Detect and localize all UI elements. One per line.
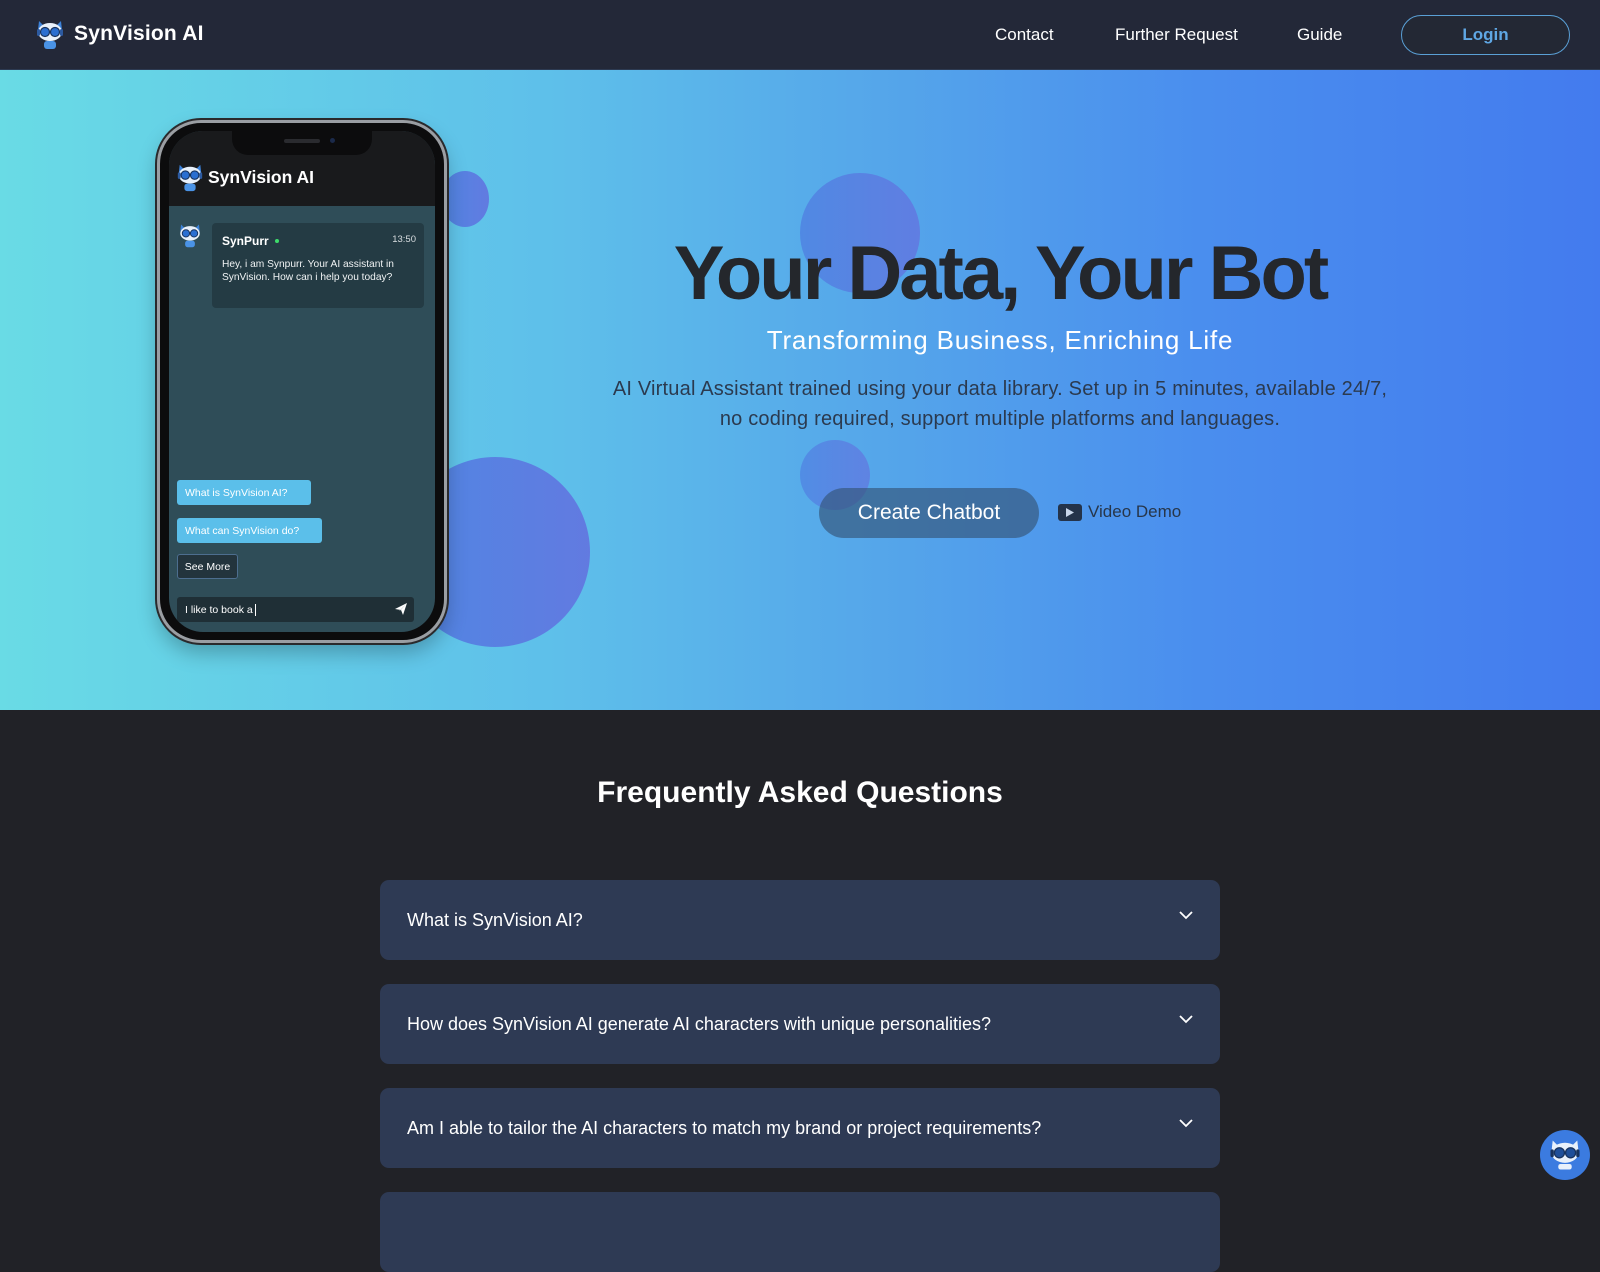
hero-subtitle: Transforming Business, Enriching Life (766, 325, 1234, 355)
see-more-button[interactable]: See More (177, 554, 238, 579)
phone-brand: SynVision AI (175, 161, 314, 193)
hero-title: Your Data, Your Bot (673, 231, 1329, 316)
faq-question: How does SynVision AI generate AI charac… (407, 1014, 992, 1034)
play-icon (1058, 503, 1082, 521)
chat-input[interactable]: I like to book a (177, 597, 414, 622)
cat-mascot-icon (180, 224, 200, 248)
phone-chat-header: SynVision AI (169, 131, 435, 206)
faq-question: What is SynVision AI? (407, 910, 583, 930)
bot-message: SynPurr 13:50 Hey, i am Synpurr. Your AI… (212, 223, 424, 308)
chevron-down-icon (1179, 1119, 1193, 1128)
chat-input-value: I like to book a (185, 603, 253, 616)
decorative-circle (441, 171, 489, 227)
faq-heading: Frequently Asked Questions (597, 776, 1003, 809)
front-camera (330, 138, 335, 143)
speaker-grille (284, 139, 320, 143)
nav-link-further-request[interactable]: Further Request (1115, 25, 1238, 45)
chat-widget-button[interactable] (1540, 1130, 1590, 1180)
faq-item[interactable]: How does SynVision AI generate AI charac… (380, 984, 1220, 1064)
phone-brand-name: SynVision AI (208, 166, 314, 187)
phone-notch (232, 131, 372, 155)
hero-section: SynVision AI SynPurr 13:50 Hey, i am Syn… (0, 70, 1600, 710)
bot-avatar (177, 221, 203, 254)
suggestion-chip[interactable]: What can SynVision do? (177, 518, 322, 543)
online-status-dot (274, 239, 279, 243)
phone-screen: SynVision AI SynPurr 13:50 Hey, i am Syn… (169, 131, 435, 632)
create-chatbot-button[interactable]: Create Chatbot (819, 488, 1039, 538)
nav-links: Contact Further Request Guide Login (0, 0, 1600, 70)
suggestion-chip[interactable]: What is SynVision AI? (177, 480, 311, 505)
message-text: Hey, i am Synpurr. Your AI assistant in … (222, 259, 394, 283)
faq-question: Am I able to tailor the AI characters to… (407, 1118, 1042, 1138)
video-demo-label: Video Demo (1088, 502, 1182, 521)
cat-mascot-icon (177, 164, 203, 192)
message-sender: SynPurr (222, 234, 279, 248)
chevron-down-icon (1179, 911, 1193, 920)
faq-item[interactable]: What is SynVision AI? (380, 880, 1220, 960)
text-caret (254, 603, 256, 616)
login-button[interactable]: Login (1401, 15, 1570, 55)
cat-mascot-icon (1550, 1140, 1580, 1170)
faq-item[interactable] (380, 1192, 1220, 1272)
hero-description: AI Virtual Assistant trained using your … (612, 378, 1388, 430)
top-navbar: SynVision AI Contact Further Request Gui… (0, 0, 1600, 70)
phone-mockup: SynVision AI SynPurr 13:50 Hey, i am Syn… (157, 120, 447, 643)
nav-link-contact[interactable]: Contact (995, 25, 1054, 45)
sender-name: SynPurr (222, 234, 269, 248)
chevron-down-icon (1179, 1015, 1193, 1024)
faq-item[interactable]: Am I able to tailor the AI characters to… (380, 1088, 1220, 1168)
video-demo-link[interactable]: Video Demo (1058, 502, 1181, 522)
message-time: 13:50 (392, 234, 416, 245)
send-icon[interactable] (394, 602, 408, 616)
nav-link-guide[interactable]: Guide (1297, 25, 1342, 45)
